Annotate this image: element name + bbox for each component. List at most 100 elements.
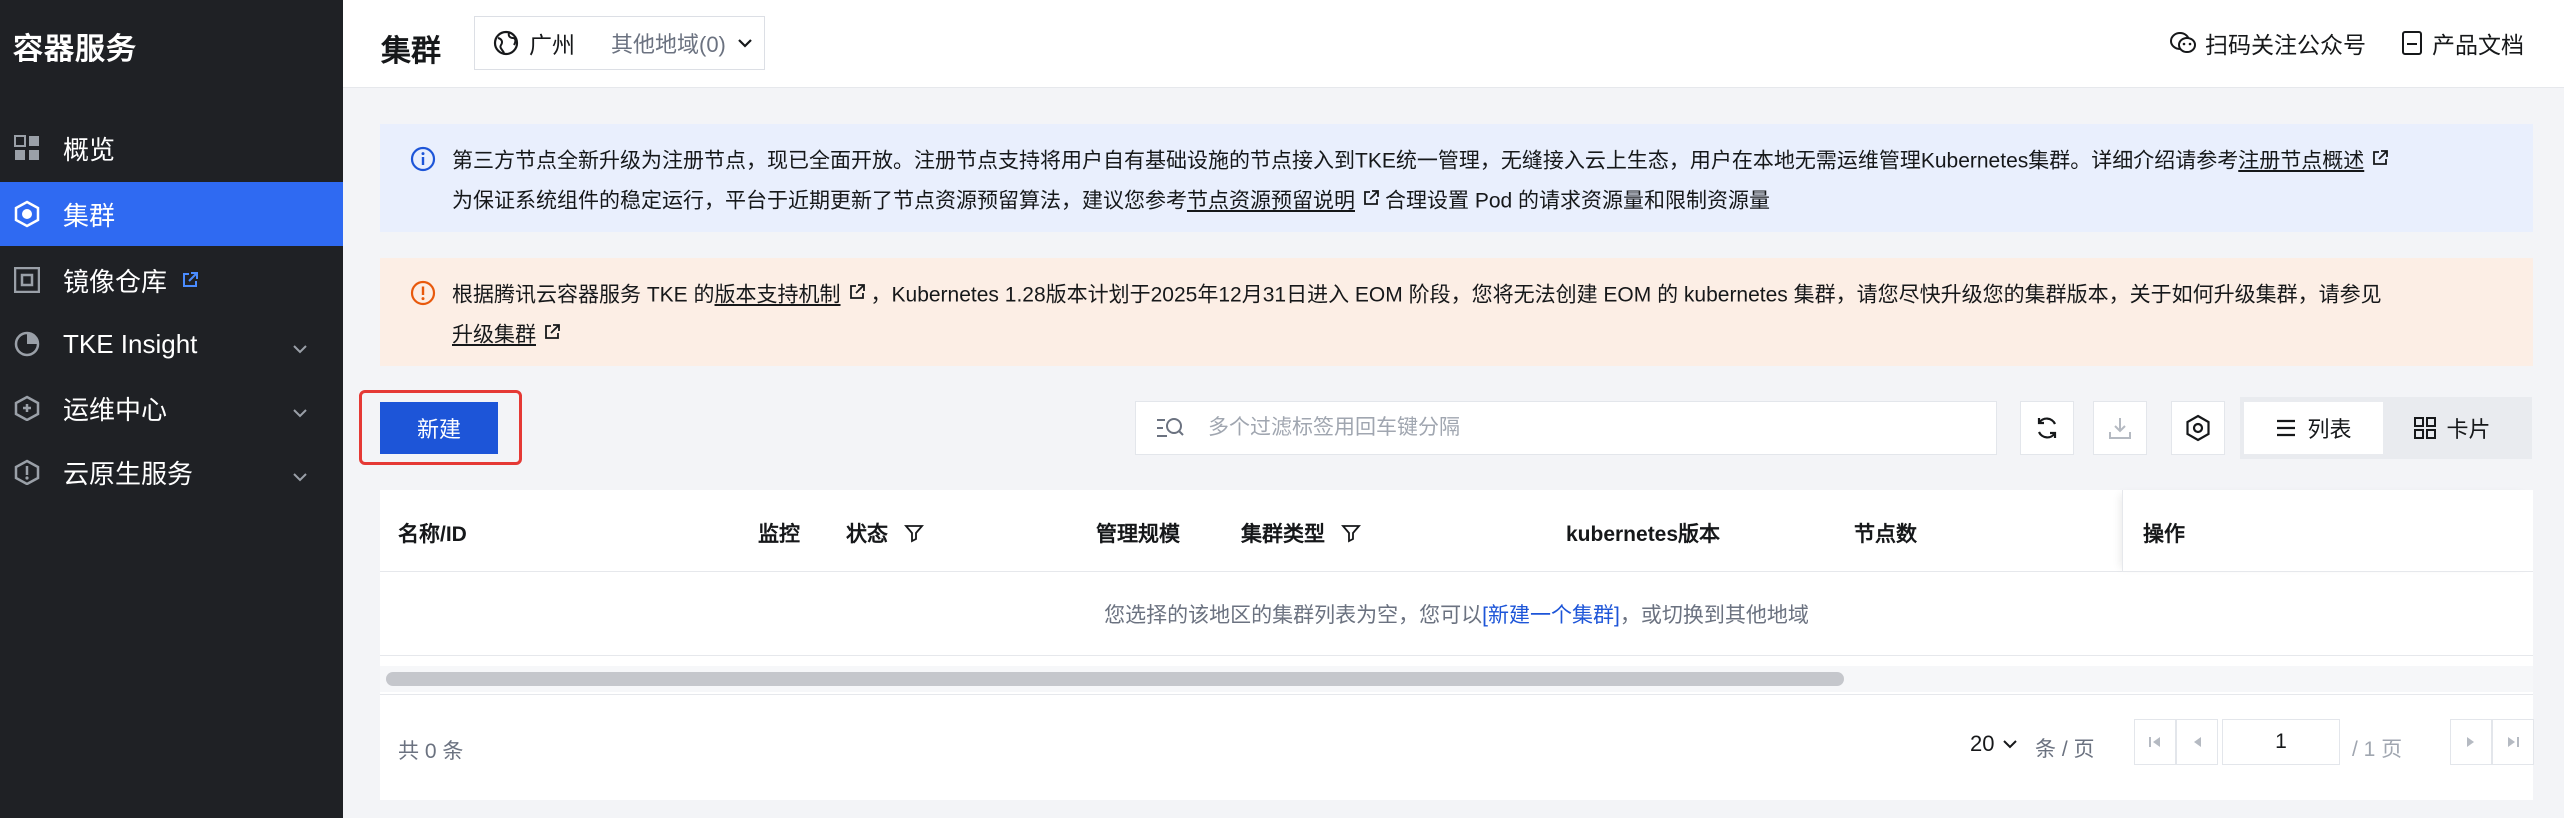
node-resource-reservation-link[interactable]: 节点资源预留说明 bbox=[1187, 190, 1355, 213]
follow-wechat-label: 扫码关注公众号 bbox=[2205, 32, 2366, 58]
prev-page-button[interactable] bbox=[2176, 719, 2218, 765]
column-operations: 操作 bbox=[2122, 490, 2533, 572]
page-count: / 1 页 bbox=[2352, 738, 2403, 761]
sidebar-item-cluster[interactable]: 集群 bbox=[0, 182, 343, 246]
external-link-icon bbox=[1363, 182, 1379, 218]
warning-icon bbox=[410, 280, 436, 318]
refresh-icon bbox=[2037, 417, 2057, 439]
filter-icon bbox=[904, 525, 924, 543]
external-link-icon bbox=[181, 265, 199, 296]
insight-icon bbox=[13, 330, 41, 358]
chevron-down-icon bbox=[291, 462, 309, 493]
external-link-icon bbox=[849, 276, 865, 312]
sidebar-item-label: 概览 bbox=[63, 134, 116, 165]
chevron-down-icon bbox=[2003, 740, 2018, 749]
product-docs-label: 产品文档 bbox=[2432, 32, 2524, 58]
view-toggle: 列表 卡片 bbox=[2240, 397, 2532, 459]
sidebar-item-cloud-native[interactable]: 云原生服务 bbox=[0, 440, 343, 504]
sidebar-item-overview[interactable]: 概览 bbox=[0, 116, 343, 180]
next-page-icon bbox=[2467, 737, 2474, 747]
chevron-down-icon bbox=[291, 334, 309, 365]
new-cluster-button[interactable]: 新建 bbox=[380, 402, 498, 454]
grid-icon bbox=[2414, 417, 2437, 439]
cluster-icon bbox=[13, 200, 41, 228]
version-support-link[interactable]: 版本支持机制 bbox=[715, 284, 841, 307]
first-page-button[interactable] bbox=[2134, 719, 2176, 765]
sidebar-item-label: 运维中心 bbox=[63, 394, 168, 425]
warning-text-2: ，Kubernetes 1.28版本计划于2025年12月31日进入 EOM 阶… bbox=[870, 283, 2382, 307]
info-text-2: 为保证系统组件的稳定运行，平台于近期更新了节点资源预留算法，建议您参考 bbox=[452, 189, 1187, 213]
sidebar: 容器服务 概览 集群 镜像仓库 TKE Insight 运维中心 云原生服务 bbox=[0, 0, 343, 818]
gear-icon bbox=[2186, 414, 2210, 442]
info-text-1: 第三方节点全新升级为注册节点，现已全面开放。注册节点支持将用户自有基础设施的节点… bbox=[452, 149, 2239, 173]
follow-wechat-link[interactable]: 扫码关注公众号 bbox=[2169, 26, 2366, 60]
upgrade-cluster-link[interactable]: 升级集群 bbox=[452, 324, 536, 347]
product-docs-link[interactable]: 产品文档 bbox=[2400, 26, 2524, 60]
sidebar-item-label: 云原生服务 bbox=[63, 458, 194, 489]
document-icon bbox=[2402, 31, 2422, 55]
sidebar-item-label: TKE Insight bbox=[63, 328, 198, 359]
cluster-table: 名称/ID 监控 状态 管理规模 集群类型 kubernetes版本 节点数 操… bbox=[380, 490, 2534, 800]
refresh-button[interactable] bbox=[2020, 401, 2074, 455]
page-size-select[interactable]: 20 bbox=[1970, 731, 2018, 757]
column-monitor: 监控 bbox=[758, 523, 800, 546]
other-regions[interactable]: 其他地域(0) bbox=[611, 27, 726, 59]
filter-search-input[interactable] bbox=[1208, 416, 1968, 440]
chevron-down-icon[interactable] bbox=[736, 34, 754, 52]
column-status: 状态 bbox=[846, 518, 924, 548]
empty-state: 您选择的该地区的集群列表为空，您可以 [新建一个集群] ，或切换到其他地域 bbox=[380, 572, 2533, 656]
filter-search-box[interactable] bbox=[1135, 401, 1997, 455]
horizontal-scrollbar[interactable] bbox=[386, 672, 1844, 686]
column-name-id: 名称/ID bbox=[398, 523, 467, 546]
list-view-label: 列表 bbox=[2307, 417, 2352, 442]
first-page-icon bbox=[2149, 737, 2160, 747]
globe-icon bbox=[493, 30, 519, 56]
download-icon bbox=[2109, 418, 2131, 439]
per-page-label: 条 / 页 bbox=[2035, 738, 2095, 761]
sidebar-item-label: 镜像仓库 bbox=[63, 266, 168, 297]
card-view-label: 卡片 bbox=[2446, 417, 2491, 442]
empty-text-suffix: ，或切换到其他地域 bbox=[1619, 603, 1809, 627]
column-k8s-version: kubernetes版本 bbox=[1566, 523, 1721, 546]
page-header: 集群 广州 其他地域(0) 扫码关注公众号 产品文档 bbox=[343, 0, 2564, 88]
info-icon bbox=[410, 146, 436, 184]
sidebar-item-label: 集群 bbox=[63, 200, 116, 231]
info-alert: 第三方节点全新升级为注册节点，现已全面开放。注册节点支持将用户自有基础设施的节点… bbox=[380, 124, 2533, 232]
column-scale: 管理规模 bbox=[1096, 523, 1180, 546]
wechat-icon bbox=[2170, 32, 2196, 53]
sidebar-item-ops-center[interactable]: 运维中心 bbox=[0, 376, 343, 440]
pagination: 共 0 条 20 条 / 页 / 1 页 bbox=[380, 694, 2534, 800]
column-node-count: 节点数 bbox=[1854, 523, 1917, 546]
page-title: 集群 bbox=[381, 35, 441, 68]
region-selector[interactable]: 广州 其他地域(0) bbox=[474, 16, 765, 70]
last-page-button[interactable] bbox=[2492, 719, 2534, 765]
table-header: 名称/ID 监控 状态 管理规模 集群类型 kubernetes版本 节点数 操… bbox=[380, 490, 2533, 572]
page-number-input[interactable] bbox=[2222, 719, 2340, 765]
sidebar-item-registry[interactable]: 镜像仓库 bbox=[0, 248, 343, 312]
registered-node-overview-link[interactable]: 注册节点概述 bbox=[2238, 150, 2364, 173]
registry-icon bbox=[13, 266, 41, 294]
warning-text-1: 根据腾讯云容器服务 TKE 的 bbox=[452, 283, 715, 307]
chevron-down-icon bbox=[291, 398, 309, 429]
download-button[interactable] bbox=[2093, 401, 2147, 455]
next-page-button[interactable] bbox=[2450, 719, 2492, 765]
current-region[interactable]: 广州 bbox=[529, 26, 575, 60]
prev-page-icon bbox=[2194, 737, 2201, 747]
warning-alert: 根据腾讯云容器服务 TKE 的版本支持机制 ，Kubernetes 1.28版本计… bbox=[380, 258, 2533, 366]
column-cluster-type: 集群类型 bbox=[1241, 518, 1361, 548]
last-page-icon bbox=[2508, 737, 2519, 747]
settings-button[interactable] bbox=[2171, 401, 2225, 455]
filter-search-icon bbox=[1156, 415, 1184, 441]
total-count: 共 0 条 bbox=[398, 740, 464, 763]
list-view-tab[interactable]: 列表 bbox=[2244, 402, 2383, 454]
create-cluster-link[interactable]: [新建一个集群] bbox=[1482, 599, 1620, 629]
info-text-3: 合理设置 Pod 的请求资源量和限制资源量 bbox=[1385, 189, 1771, 213]
dashboard-icon bbox=[13, 134, 41, 162]
list-icon bbox=[2277, 419, 2296, 437]
cloud-native-icon bbox=[13, 458, 41, 486]
card-view-tab[interactable]: 卡片 bbox=[2383, 402, 2522, 454]
external-link-icon bbox=[2372, 142, 2389, 178]
sidebar-item-tke-insight[interactable]: TKE Insight bbox=[0, 312, 343, 376]
empty-text-prefix: 您选择的该地区的集群列表为空，您可以 bbox=[1104, 603, 1483, 627]
external-link-icon bbox=[544, 316, 560, 352]
